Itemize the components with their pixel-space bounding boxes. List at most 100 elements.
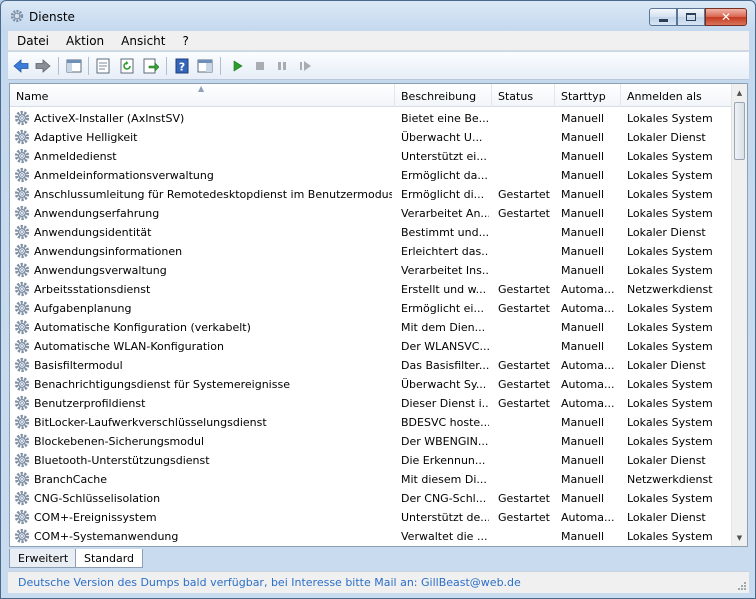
table-row[interactable]: Anwendungserfahrung Verarbeitet An... Gest… [10, 204, 732, 223]
service-logon: Lokales System [627, 321, 713, 334]
tab-standard[interactable]: Standard [75, 549, 144, 568]
properties-button[interactable] [94, 57, 112, 75]
svg-text:?: ? [179, 61, 185, 74]
restart-button[interactable] [297, 57, 315, 75]
start-icon [233, 60, 243, 72]
service-logon: Lokaler Dienst [627, 511, 706, 524]
stop-button[interactable] [251, 57, 269, 75]
table-row[interactable]: BranchCache Mit diesem Di... Manuell Netzwe… [10, 470, 732, 489]
services-list[interactable]: ▲ Name Beschreibung Status Starttyp Anme… [9, 83, 748, 547]
column-header-status[interactable]: Status [492, 84, 555, 107]
stop-icon [256, 62, 264, 70]
table-row[interactable]: COM+-Ereignissystem Unterstützt de... Gest… [10, 508, 732, 527]
service-logon: Lokales System [627, 112, 713, 125]
service-logon: Lokales System [627, 264, 713, 277]
table-row[interactable]: Anwendungsverwaltung Verarbeitet Ins... Ma… [10, 261, 732, 280]
service-description: Der WLANSVC... [401, 340, 489, 353]
vertical-scrollbar[interactable]: ▲ ▼ [731, 84, 747, 546]
toolbar-separator [220, 57, 221, 75]
service-name: Basisfiltermodul [34, 359, 123, 372]
service-gear-icon [14, 376, 30, 392]
start-button[interactable] [229, 57, 247, 75]
service-name: ActiveX-Installer (AxInstSV) [34, 112, 185, 125]
service-starttype: Manuell [561, 207, 605, 220]
table-row[interactable]: Anschlussumleitung für Remotedesktopdien… [10, 185, 732, 204]
table-row[interactable]: Aufgabenplanung Ermöglicht ei... Gestartet… [10, 299, 732, 318]
service-description: Der WBENGIN... [401, 435, 489, 448]
table-row[interactable]: Bluetooth-Unterstützungsdienst Die Erkenn… [10, 451, 732, 470]
service-gear-icon [14, 129, 30, 145]
service-logon: Lokaler Dienst [627, 226, 706, 239]
maximize-button[interactable] [677, 8, 705, 26]
service-description: Die Erkennun... [401, 454, 486, 467]
table-row[interactable]: Anmeldeinformationsverwaltung Ermöglicht … [10, 166, 732, 185]
service-status: Gestartet [498, 492, 550, 505]
close-button[interactable]: ✕ [705, 8, 747, 26]
service-starttype: Automa... [561, 511, 615, 524]
column-header-starttype[interactable]: Starttyp [555, 84, 621, 107]
console-tree-button[interactable] [65, 57, 83, 75]
table-row[interactable]: Benachrichtigungsdienst für Systemereign… [10, 375, 732, 394]
service-name: Anschlussumleitung für Remotedesktopdien… [34, 188, 392, 201]
refresh-button[interactable] [118, 57, 136, 75]
menu-ansicht[interactable]: Ansicht [112, 34, 173, 48]
table-row[interactable]: Anmeldedienst Unterstützt ei... Manuell Lok… [10, 147, 732, 166]
service-starttype: Manuell [561, 340, 605, 353]
forward-button[interactable] [34, 57, 52, 75]
scroll-down-icon[interactable]: ▼ [732, 529, 747, 546]
minimize-icon [658, 18, 668, 22]
service-gear-icon [14, 110, 30, 126]
table-row[interactable]: ActiveX-Installer (AxInstSV) Bietet eine … [10, 109, 732, 128]
service-logon: Lokales System [627, 302, 713, 315]
table-row[interactable]: Benutzerprofildienst Dieser Dienst i... Ge… [10, 394, 732, 413]
title-bar[interactable]: Dienste ✕ [1, 1, 755, 31]
table-row[interactable]: BitLocker-Laufwerkverschlüsselungsdienst… [10, 413, 732, 432]
service-logon: Lokales System [627, 340, 713, 353]
table-row[interactable]: COM+-Systemanwendung Verwaltet die ... Man… [10, 527, 732, 546]
menu-help[interactable]: ? [173, 34, 196, 48]
resize-grip-icon[interactable] [737, 581, 747, 591]
maximize-icon [686, 13, 696, 21]
service-name: Arbeitsstationsdienst [34, 283, 151, 296]
column-header-description[interactable]: Beschreibung [395, 84, 492, 107]
table-row[interactable]: Automatische WLAN-Konfiguration Der WLANS… [10, 337, 732, 356]
table-row[interactable]: Arbeitsstationsdienst Erstellt und w... Ge… [10, 280, 732, 299]
table-row[interactable]: CNG-Schlüsselisolation Der CNG-Schl... Ges… [10, 489, 732, 508]
service-starttype: Manuell [561, 264, 605, 277]
back-button[interactable] [12, 57, 30, 75]
minimize-button[interactable] [649, 8, 677, 26]
tab-erweitert[interactable]: Erweitert [9, 549, 78, 568]
service-starttype: Manuell [561, 492, 605, 505]
table-row[interactable]: Anwendungsinformationen Erleichtert das..… [10, 242, 732, 261]
service-status: Gestartet [498, 207, 550, 220]
service-logon: Lokales System [627, 169, 713, 182]
help-button[interactable]: ? [173, 57, 191, 75]
table-row[interactable]: Adaptive Helligkeit Überwacht U... Manuell… [10, 128, 732, 147]
pause-button[interactable] [273, 57, 291, 75]
service-description: Unterstützt ei... [401, 150, 487, 163]
column-header-logon[interactable]: Anmelden als [621, 84, 732, 107]
table-row[interactable]: Basisfiltermodul Das Basisfilter... Gestar… [10, 356, 732, 375]
service-name: Anmeldedienst [34, 150, 117, 163]
service-gear-icon [14, 186, 30, 202]
back-arrow-icon [13, 59, 29, 73]
service-description: Bietet eine Be... [401, 112, 489, 125]
table-row[interactable]: Anwendungsidentität Bestimmt und... Manuel… [10, 223, 732, 242]
service-status: Gestartet [498, 511, 550, 524]
service-starttype: Manuell [561, 454, 605, 467]
column-header-name[interactable]: Name [10, 84, 395, 107]
pause-icon [278, 62, 286, 70]
scroll-up-icon[interactable]: ▲ [732, 84, 747, 101]
show-pane-button[interactable] [196, 57, 214, 75]
service-name: Blockebenen-Sicherungsmodul [34, 435, 205, 448]
restart-icon [300, 61, 311, 71]
export-list-button[interactable] [142, 57, 160, 75]
menu-datei[interactable]: Datei [8, 34, 57, 48]
show-pane-icon [197, 59, 213, 73]
service-logon: Lokales System [627, 188, 713, 201]
table-row[interactable]: Automatische Konfiguration (verkabelt) Mi… [10, 318, 732, 337]
table-row[interactable]: Blockebenen-Sicherungsmodul Der WBENGIN..… [10, 432, 732, 451]
scroll-thumb[interactable] [734, 102, 745, 160]
service-logon: Lokales System [627, 378, 713, 391]
menu-aktion[interactable]: Aktion [57, 34, 112, 48]
